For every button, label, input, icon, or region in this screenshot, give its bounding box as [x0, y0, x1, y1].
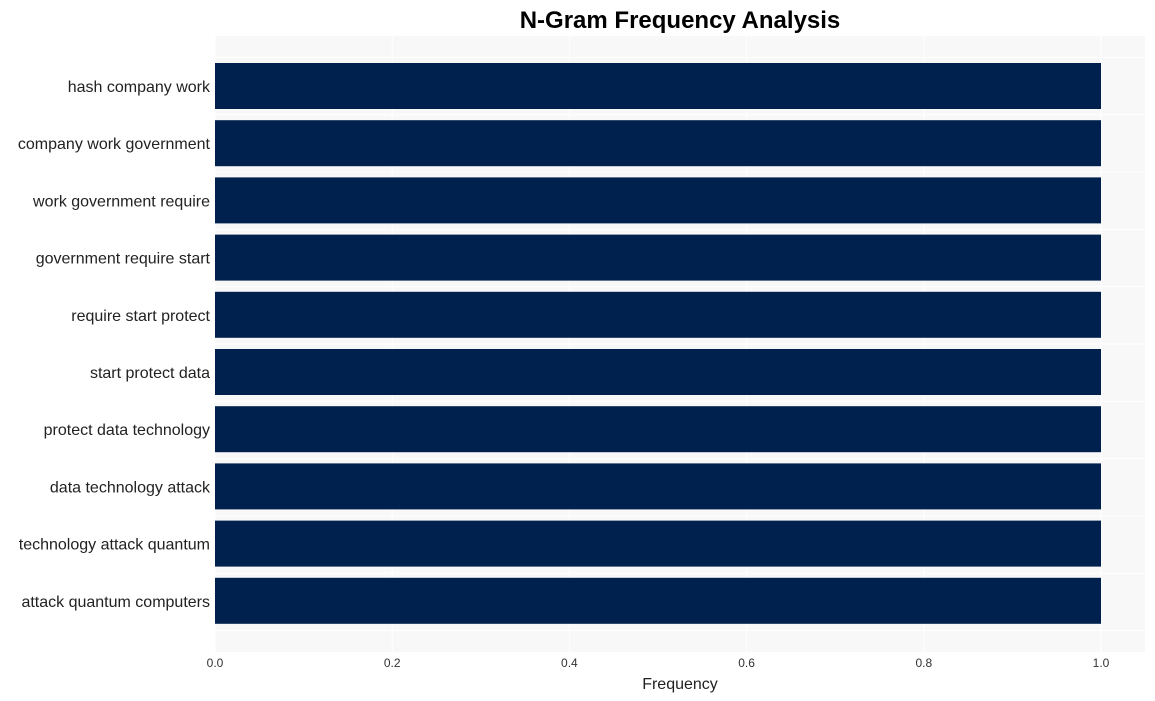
- bar: [215, 120, 1101, 167]
- y-tick-label: require start protect: [71, 308, 210, 325]
- x-tick-label: 0.8: [915, 656, 932, 670]
- bar: [215, 520, 1101, 567]
- x-tick-label: 0.6: [738, 656, 755, 670]
- y-tick-label: hash company work: [68, 79, 211, 96]
- bar: [215, 406, 1101, 453]
- x-axis-ticks: 0.0 0.2 0.4 0.6 0.8 1.0: [207, 656, 1110, 670]
- x-axis-label: Frequency: [642, 676, 718, 693]
- y-tick-label: start protect data: [90, 365, 210, 382]
- bar: [215, 349, 1101, 395]
- y-tick-label: technology attack quantum: [19, 537, 210, 554]
- y-tick-label: work government require: [32, 193, 210, 210]
- bar: [215, 177, 1101, 224]
- x-tick-label: 0.4: [561, 656, 578, 670]
- bar: [215, 291, 1101, 338]
- y-tick-label: attack quantum computers: [21, 594, 210, 611]
- y-tick-label: protect data technology: [44, 422, 210, 439]
- y-tick-label: company work government: [18, 136, 211, 153]
- ngram-bar-chart: N-Gram Frequency Analysis hash company w…: [18, 7, 1145, 693]
- x-tick-label: 1.0: [1093, 656, 1110, 670]
- x-tick-label: 0.2: [384, 656, 401, 670]
- chart-title: N-Gram Frequency Analysis: [520, 7, 841, 34]
- y-tick-label: government require start: [36, 251, 211, 268]
- y-tick-label: data technology attack: [50, 479, 211, 496]
- bar: [215, 577, 1101, 624]
- y-axis-labels: hash company work company work government…: [18, 79, 211, 611]
- x-tick-label: 0.0: [207, 656, 224, 670]
- bar: [215, 63, 1101, 109]
- bar: [215, 463, 1101, 510]
- bar: [215, 234, 1101, 281]
